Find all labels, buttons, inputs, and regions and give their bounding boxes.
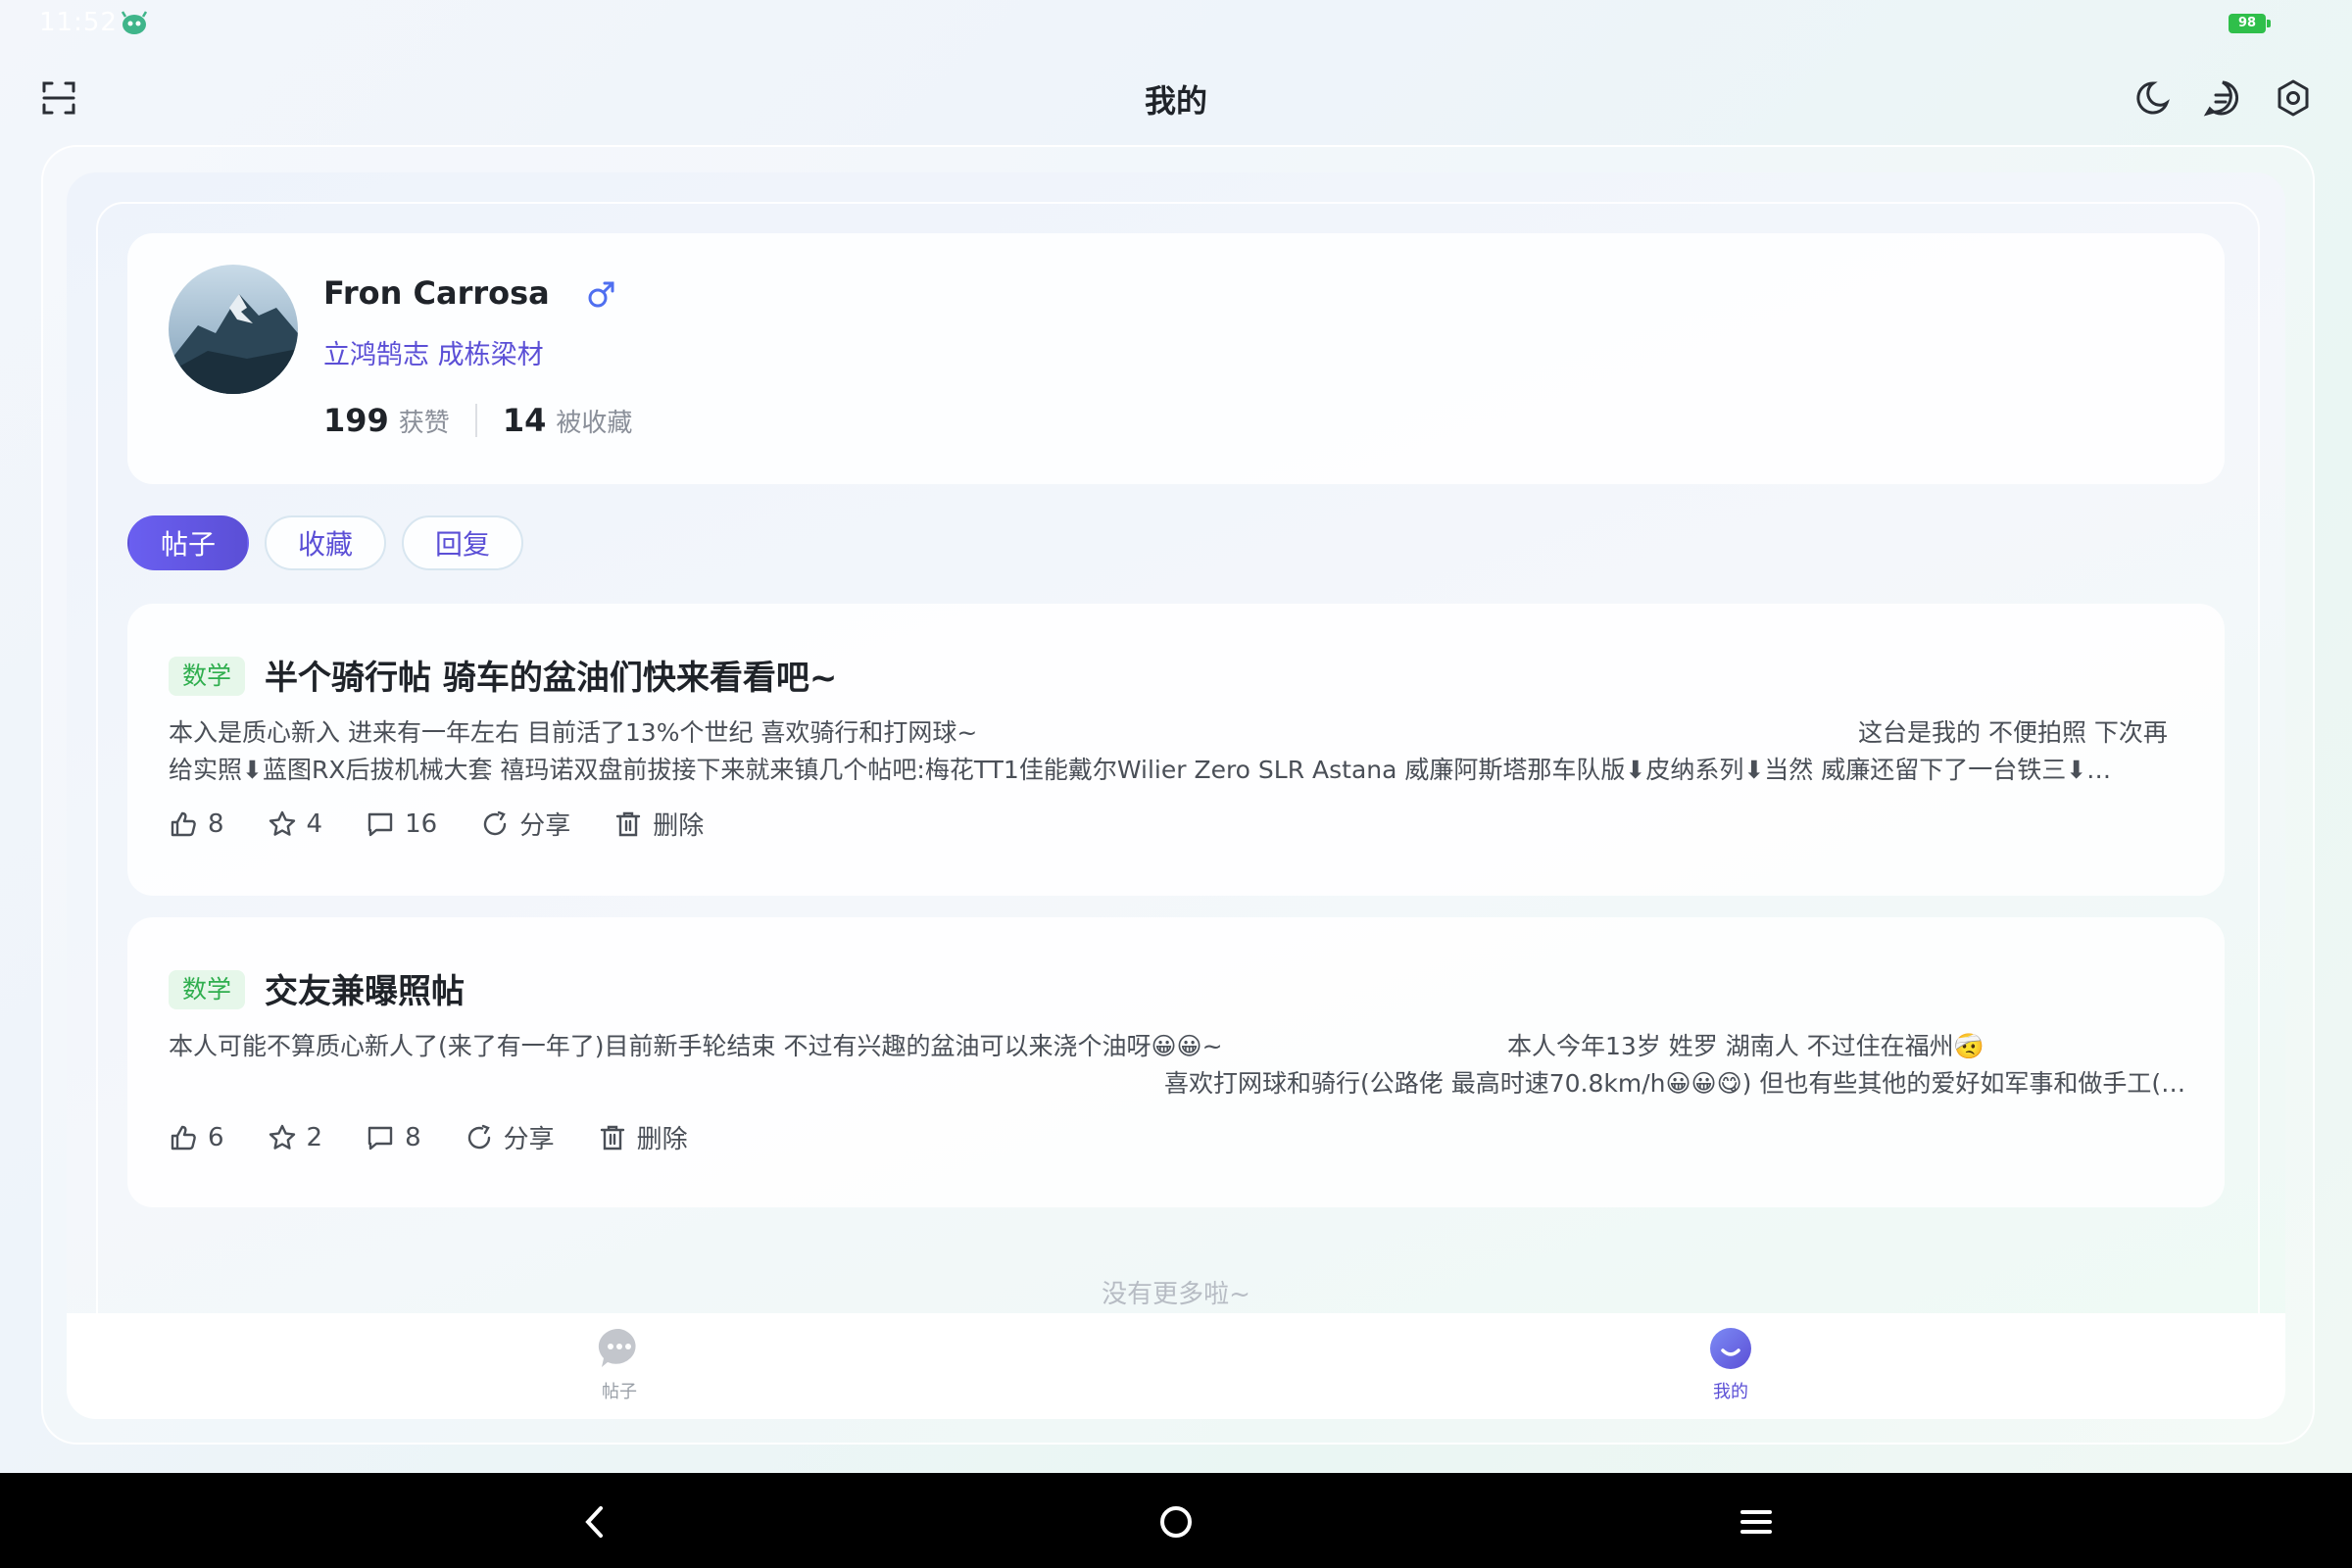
no-more-text: 没有更多啦~	[1102, 1280, 1250, 1309]
stats-divider	[474, 404, 477, 437]
post-excerpt-line: 本入是质心新入 进来有一年左右 目前活了13%个世纪 喜欢骑行和打网球~	[169, 718, 978, 747]
back-button[interactable]	[566, 1493, 625, 1551]
home-button[interactable]	[1147, 1493, 1205, 1551]
share-icon	[484, 810, 507, 835]
back-icon	[585, 1506, 603, 1538]
post-card[interactable]: 数学 半个骑行帖 骑车的盆油们快来看看吧~ 本入是质心新入 进来有一年左右 目前…	[127, 604, 2225, 896]
post-title[interactable]: 交友兼曝照帖	[265, 964, 465, 1012]
messages-button[interactable]	[2197, 73, 2248, 123]
comment-button[interactable]: 16	[366, 809, 437, 839]
comment-button[interactable]: 8	[366, 1123, 421, 1152]
status-time: 11:52	[39, 8, 118, 37]
share-button[interactable]: 分享	[480, 806, 570, 842]
post-actions: 6 2 8 分享 删除	[169, 1119, 731, 1155]
app-notification-icon	[121, 11, 148, 34]
like-button[interactable]: 8	[169, 809, 224, 839]
nav-posts[interactable]: 帖子	[561, 1325, 678, 1403]
username: Fron Carrosa	[323, 274, 550, 312]
dark-mode-button[interactable]	[2127, 73, 2178, 123]
avatar[interactable]	[169, 265, 298, 394]
favorite-button[interactable]: 4	[268, 809, 322, 839]
star-icon	[269, 810, 295, 836]
nav-mine-label: 我的	[1713, 1382, 1748, 1402]
nav-mine[interactable]: 我的	[1672, 1325, 1789, 1403]
post-tag[interactable]: 数学	[169, 970, 246, 1009]
male-icon	[588, 281, 614, 308]
chat-bubble-icon	[598, 1328, 636, 1367]
post-card[interactable]: 数学 交友兼曝照帖 本人可能不算质心新人了(来了有一年了)目前新手轮结束 不过有…	[127, 917, 2225, 1207]
message-icon	[2203, 80, 2239, 117]
like-button[interactable]: 6	[169, 1123, 224, 1152]
star-icon	[269, 1124, 295, 1150]
post-excerpt-line: 本人可能不算质心新人了(来了有一年了)目前新手轮结束 不过有兴趣的盆油可以来浇个…	[169, 1032, 1223, 1060]
post-actions: 8 4 16 分享 删除	[169, 806, 747, 842]
nav-posts-label: 帖子	[602, 1382, 637, 1402]
recents-button[interactable]	[1727, 1493, 1786, 1551]
trash-icon	[600, 1125, 624, 1150]
battery-indicator: 98	[2229, 14, 2271, 33]
profile-card: Fron Carrosa 立鸿鹄志 成栋梁材 199 获赞 14 被收藏	[127, 233, 2225, 484]
favorited-count: 14	[502, 402, 547, 439]
status-bar: 11:52 98	[0, 0, 2352, 49]
settings-button[interactable]	[2268, 73, 2319, 123]
post-excerpt-line: 喜欢打网球和骑行(公路佬 最高时速70.8km/h😀😀😋) 但也有些其他的爱好如…	[1164, 1069, 2186, 1098]
profile-face-icon	[1710, 1328, 1751, 1369]
user-motto: 立鸿鹄志 成栋梁材	[323, 340, 544, 370]
settings-icon	[2278, 79, 2309, 117]
comment-icon	[368, 812, 393, 836]
avatar-mountain-image	[169, 265, 298, 394]
likes-label: 获赞	[398, 408, 450, 438]
post-title[interactable]: 半个骑行帖 骑车的盆油们快来看看吧~	[265, 651, 837, 699]
delete-button[interactable]: 删除	[613, 806, 704, 842]
likes-count: 199	[323, 402, 389, 439]
like-icon	[171, 811, 196, 836]
page-title: 我的	[1144, 82, 1207, 120]
trash-icon	[616, 811, 641, 836]
like-icon	[171, 1125, 196, 1150]
post-excerpt-line: 给实照⬇蓝图RX后拔机械大套 禧玛诺双盘前拔接下来就来镇几个帖吧:梅花TT1佳能…	[169, 756, 2112, 784]
user-stats: 199 获赞 14 被收藏	[323, 402, 632, 439]
tab-favorites[interactable]: 收藏	[265, 515, 387, 570]
moon-icon	[2136, 81, 2170, 115]
tab-replies[interactable]: 回复	[402, 515, 524, 570]
post-tag[interactable]: 数学	[169, 657, 246, 696]
share-icon	[467, 1124, 490, 1149]
tab-posts[interactable]: 帖子	[127, 515, 250, 570]
delete-button[interactable]: 删除	[598, 1119, 688, 1155]
share-button[interactable]: 分享	[465, 1119, 555, 1155]
home-icon	[1160, 1506, 1192, 1538]
content-card: Fron Carrosa 立鸿鹄志 成栋梁材 199 获赞 14 被收藏 帖子 …	[67, 172, 2285, 1419]
post-excerpt-line: 这台是我的 不便拍照 下次再	[1858, 718, 2168, 747]
favorited-label: 被收藏	[556, 408, 633, 438]
bottom-nav: 帖子 我的	[67, 1313, 2285, 1419]
favorite-button[interactable]: 2	[268, 1123, 322, 1152]
system-nav-bar	[0, 1473, 2352, 1568]
comment-icon	[368, 1126, 393, 1150]
top-bar: 我的	[0, 59, 2352, 137]
menu-icon	[1740, 1510, 1772, 1534]
post-excerpt-line: 本人今年13岁 姓罗 湖南人 不过住在福州🤕	[1507, 1032, 1984, 1060]
content-tabs: 帖子 收藏 回复	[127, 515, 524, 570]
